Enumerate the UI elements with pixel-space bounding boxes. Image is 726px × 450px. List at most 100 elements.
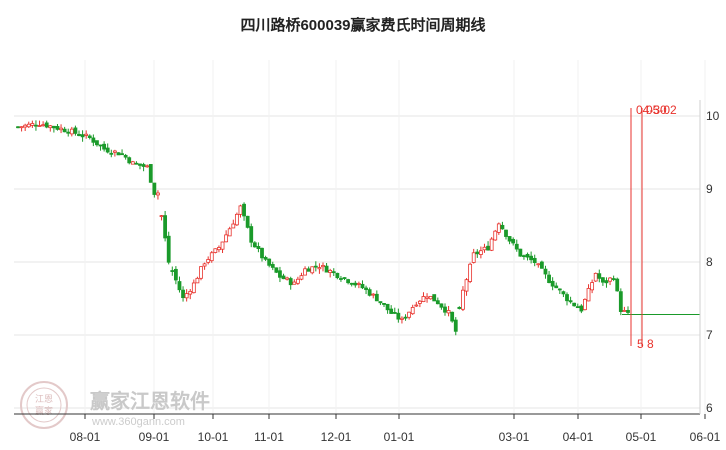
candle-up <box>220 241 225 250</box>
candle-up <box>48 125 53 129</box>
candle-up <box>238 205 243 215</box>
candle-down <box>511 239 516 244</box>
x-tick-label: 01-01 <box>384 430 415 444</box>
candle-up <box>428 295 433 300</box>
candle-up <box>410 307 415 315</box>
candle-up <box>23 124 28 128</box>
candle-up <box>292 281 297 285</box>
candle-down <box>339 278 343 280</box>
candle-down <box>177 281 182 291</box>
candle-down <box>543 268 548 275</box>
candle-up <box>461 289 465 310</box>
x-tick-label: 10-01 <box>198 430 229 444</box>
candle-down <box>389 308 394 314</box>
candle-up <box>213 248 218 253</box>
candle-down <box>385 303 390 311</box>
candle-down <box>565 294 569 302</box>
candle-down <box>532 257 537 264</box>
candle-down <box>597 273 602 279</box>
candle-down <box>522 255 526 258</box>
candle-down <box>331 271 336 274</box>
candle-down <box>507 236 512 242</box>
candle-up <box>321 265 325 268</box>
fib-cycle-count-label: 5 <box>637 337 644 351</box>
y-tick-label: 6 <box>706 401 713 415</box>
x-tick-label: 12-01 <box>321 430 352 444</box>
candle-down <box>245 215 250 228</box>
candle-up <box>417 300 422 304</box>
candle-up <box>227 228 232 237</box>
candle-up <box>184 293 189 299</box>
watermark-logo-text-top: 江恩 <box>35 394 53 404</box>
candle-down <box>116 152 121 156</box>
candle-down <box>138 163 142 166</box>
candle-down <box>342 277 347 279</box>
candle-up <box>145 165 150 168</box>
candle-down <box>256 246 261 249</box>
candle-down <box>267 258 272 266</box>
candle-down <box>252 242 257 248</box>
candle-down <box>378 301 383 304</box>
candle-up <box>464 279 469 292</box>
candle-up <box>468 263 473 282</box>
candle-down <box>281 275 286 280</box>
candle-up <box>496 223 501 233</box>
candle-down <box>98 144 103 147</box>
candle-up <box>30 123 35 126</box>
candlestick-chart: 江恩 赢家 赢家江恩软件 www.360gann.com 04-3005-025… <box>14 60 721 444</box>
fib-cycle-date-label: 05-02 <box>646 103 677 117</box>
candle-down <box>166 235 171 263</box>
candle-down <box>249 226 254 243</box>
candle-down <box>360 283 365 289</box>
x-tick-label: 08-01 <box>70 430 101 444</box>
candle-down <box>152 182 157 195</box>
candle-up <box>41 124 46 127</box>
candle-down <box>392 312 397 314</box>
candle-down <box>349 282 354 285</box>
candle-down <box>141 164 146 167</box>
candle-up <box>489 238 494 251</box>
candle-up <box>217 247 221 251</box>
candle-down <box>324 265 329 273</box>
candle-down <box>615 278 620 292</box>
x-tick-label: 03-01 <box>499 430 530 444</box>
candle-down <box>604 280 609 284</box>
candle-up <box>69 128 74 135</box>
candle-up <box>583 299 587 311</box>
candle-up <box>593 272 598 282</box>
candle-down <box>600 277 605 283</box>
candle-down <box>34 124 38 127</box>
candle-down <box>306 268 311 272</box>
candle-down <box>554 285 559 289</box>
candle-up <box>299 275 304 280</box>
candle-down <box>568 300 573 303</box>
watermark-url: www.360gann.com <box>91 416 185 428</box>
candle-up <box>400 317 404 320</box>
candle-up <box>202 263 207 267</box>
candle-up <box>19 126 24 129</box>
candle-up <box>317 267 322 270</box>
candle-down <box>73 127 78 134</box>
candle-up <box>199 266 203 279</box>
candle-up <box>159 215 164 218</box>
candle-down <box>335 272 340 279</box>
candle-down <box>109 152 114 155</box>
candle-down <box>547 274 551 284</box>
watermark-brand: 赢家江恩软件 <box>90 389 210 413</box>
candle-down <box>486 245 490 251</box>
candle-down <box>95 140 99 146</box>
candle-up <box>493 230 498 241</box>
candle-down <box>439 303 444 308</box>
candle-down <box>148 164 153 183</box>
candle-down <box>173 268 178 281</box>
candle-down <box>346 279 351 284</box>
candle-down <box>579 305 584 312</box>
y-tick-label: 10 <box>706 109 720 123</box>
watermark-logo-icon: 江恩 赢家 <box>20 381 68 429</box>
candle-down <box>403 316 408 319</box>
candle-down <box>374 293 379 302</box>
candle-down <box>525 253 530 258</box>
candle-down <box>263 257 268 260</box>
candle-down <box>367 289 372 296</box>
candle-down <box>475 251 480 255</box>
